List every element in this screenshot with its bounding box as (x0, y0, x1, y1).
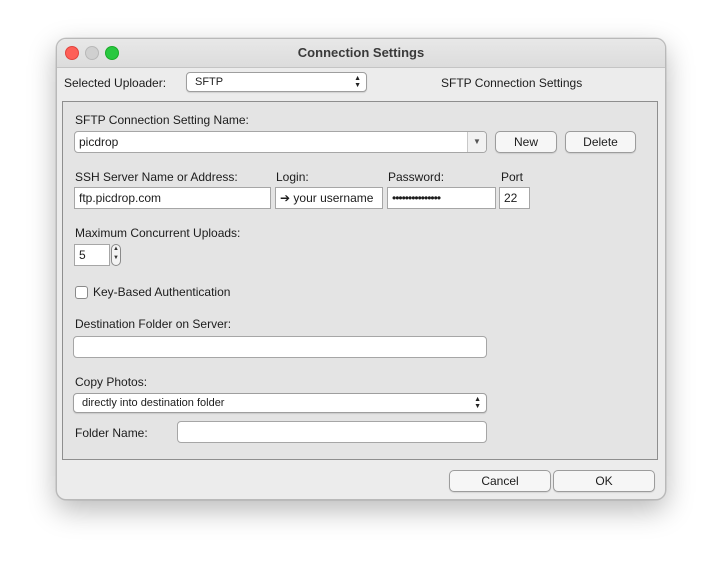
connection-name-value: picdrop (79, 135, 119, 149)
stepper-up-icon[interactable]: ▲ (113, 246, 119, 252)
password-label: Password: (388, 170, 445, 184)
stepper-down-icon[interactable]: ▼ (113, 255, 119, 261)
cancel-button[interactable]: Cancel (449, 470, 551, 492)
selected-uploader-popup[interactable]: SFTP ▲ ▼ (186, 72, 367, 92)
max-uploads-input[interactable]: 5 (74, 244, 110, 266)
copy-photos-label: Copy Photos: (75, 375, 148, 389)
connection-settings-window: Connection Settings Selected Uploader: S… (56, 38, 666, 500)
port-label: Port (501, 170, 524, 184)
folder-name-input[interactable] (177, 421, 487, 443)
server-address-input[interactable]: ftp.picdrop.com (74, 187, 271, 209)
folder-name-label: Folder Name: (75, 426, 148, 440)
key-based-auth-label: Key-Based Authentication (93, 285, 231, 299)
popup-arrows-icon: ▲ ▼ (474, 396, 481, 410)
panel-title: SFTP Connection Settings (441, 76, 583, 90)
copy-photos-value: directly into destination folder (82, 397, 225, 409)
settings-group-box: SFTP Connection Setting Name: picdrop ▼ … (62, 101, 658, 460)
server-label: SSH Server Name or Address: (75, 170, 238, 184)
connection-name-label: SFTP Connection Setting Name: (75, 113, 249, 127)
connection-name-combo[interactable]: picdrop ▼ (74, 131, 487, 153)
window-title: Connection Settings (297, 45, 425, 60)
title-bar: Connection Settings (57, 39, 665, 68)
delete-connection-button[interactable]: Delete (565, 131, 636, 153)
login-input[interactable]: ➔ your username (275, 187, 383, 209)
selected-uploader-label: Selected Uploader: (64, 76, 167, 90)
ok-button[interactable]: OK (553, 470, 655, 492)
max-uploads-label: Maximum Concurrent Uploads: (75, 226, 241, 240)
login-label: Login: (276, 170, 309, 184)
port-input[interactable]: 22 (499, 187, 530, 209)
combo-dropdown-icon[interactable]: ▼ (467, 132, 486, 152)
selected-uploader-value: SFTP (195, 76, 224, 88)
new-connection-button[interactable]: New (495, 131, 557, 153)
password-input[interactable]: ••••••••••••••• (387, 187, 496, 209)
key-based-auth-checkbox[interactable] (75, 286, 88, 299)
max-uploads-stepper[interactable]: ▲ ▼ (111, 244, 121, 266)
copy-photos-popup[interactable]: directly into destination folder ▲ ▼ (73, 393, 487, 413)
popup-arrows-icon: ▲ ▼ (354, 75, 361, 89)
destination-folder-label: Destination Folder on Server: (75, 317, 232, 331)
destination-folder-input[interactable] (73, 336, 487, 358)
